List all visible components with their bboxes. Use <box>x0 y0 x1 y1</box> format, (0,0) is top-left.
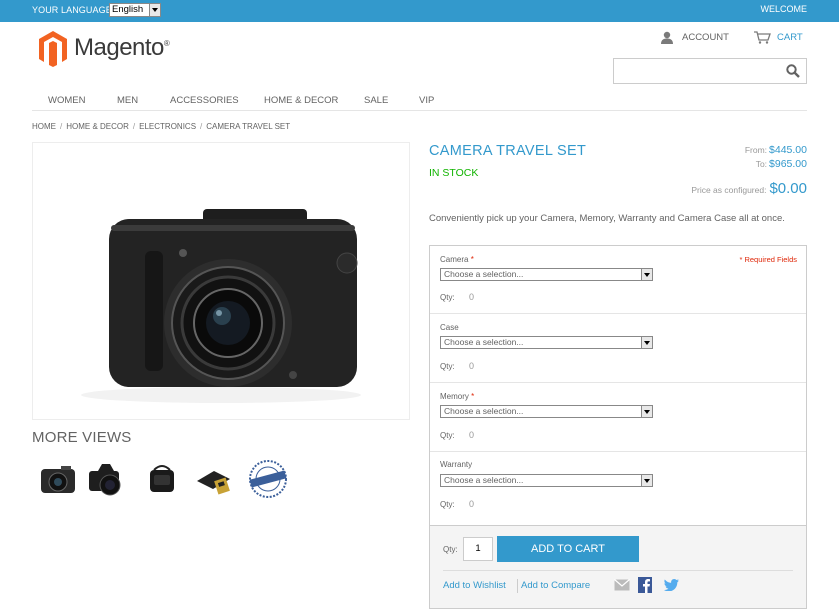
product-main-image[interactable] <box>32 142 410 420</box>
option-select-camera[interactable]: Choose a selection... <box>440 268 653 281</box>
nav-item-women[interactable]: WOMEN <box>48 95 85 106</box>
option-select-case[interactable]: Choose a selection... <box>440 336 653 349</box>
facebook-icon[interactable] <box>638 577 652 593</box>
cart-icon <box>754 31 771 44</box>
chevron-down-icon <box>641 269 652 280</box>
nav-item-accessories[interactable]: ACCESSORIES <box>170 95 239 106</box>
welcome-message: WELCOME <box>760 4 807 14</box>
product-title: CAMERA TRAVEL SET <box>429 143 587 159</box>
chevron-down-icon <box>641 475 652 486</box>
camera-bag-thumbnail-icon <box>150 465 174 492</box>
cart-link[interactable]: CART <box>753 31 803 44</box>
thumbnail[interactable] <box>192 457 236 501</box>
option-divider <box>430 451 806 452</box>
price-from-value: $445.00 <box>769 144 807 156</box>
price-to: To: $965.00 <box>756 158 807 170</box>
add-to-cart-box: Qty: 1 ADD TO CART Add to Wishlist Add t… <box>429 525 807 609</box>
nav-item-men[interactable]: MEN <box>117 95 138 106</box>
breadcrumb-separator: / <box>132 122 136 131</box>
chevron-down-icon <box>641 337 652 348</box>
required-fields-note: * Required Fields <box>739 255 797 264</box>
breadcrumb: HOME / HOME & DECOR / ELECTRONICS / CAMERA TRA… <box>32 122 290 131</box>
logo-text: Magento® <box>74 34 170 61</box>
magento-logo-icon <box>39 31 67 67</box>
add-to-cart-button[interactable]: ADD TO CART <box>497 536 639 562</box>
camera-thumbnail-icon <box>41 466 75 493</box>
search-input[interactable] <box>613 58 807 84</box>
more-views-heading: MORE VIEWS <box>32 429 132 446</box>
option-qty-label: Qty: <box>440 293 455 302</box>
availability-status: IN STOCK <box>429 167 479 179</box>
price-config-value: $0.00 <box>769 180 807 197</box>
price-from-label: From: <box>744 145 768 155</box>
option-divider <box>430 313 806 314</box>
email-icon[interactable] <box>614 579 630 591</box>
thumbnail[interactable] <box>246 457 290 501</box>
language-select-value: English <box>112 4 144 15</box>
divider <box>443 570 793 571</box>
price-to-label: To: <box>755 159 768 169</box>
add-to-wishlist-link[interactable]: Add to Wishlist <box>443 580 506 591</box>
account-link[interactable]: ACCOUNT <box>660 31 729 44</box>
language-select[interactable]: English <box>109 3 161 17</box>
warranty-seal-thumbnail-icon <box>249 460 287 498</box>
price-from: From: $445.00 <box>745 144 807 156</box>
option-select-memory[interactable]: Choose a selection... <box>440 405 653 418</box>
breadcrumb-separator: / <box>60 122 63 131</box>
camera-image <box>81 209 361 403</box>
thumbnail[interactable] <box>140 457 184 501</box>
chevron-down-icon <box>149 4 160 16</box>
option-select-warranty[interactable]: Choose a selection... <box>440 474 653 487</box>
select-value: Choose a selection... <box>444 337 524 347</box>
option-qty-memory[interactable]: 0 <box>469 430 474 440</box>
account-label: ACCOUNT <box>682 32 729 43</box>
twitter-icon[interactable] <box>664 579 679 591</box>
thumbnail[interactable] <box>36 457 80 501</box>
add-to-compare-link[interactable]: Add to Compare <box>521 580 590 591</box>
search-icon[interactable] <box>786 64 800 78</box>
logo[interactable]: Magento® <box>38 30 170 68</box>
option-label-memory: Memory * <box>440 392 475 401</box>
cart-label: CART <box>777 32 803 43</box>
select-value: Choose a selection... <box>444 406 524 416</box>
top-bar: YOUR LANGUAGE English WELCOME <box>0 0 839 22</box>
option-qty-warranty[interactable]: 0 <box>469 499 474 509</box>
option-qty-camera[interactable]: 0 <box>469 292 474 302</box>
option-label-camera: Camera * <box>440 255 474 264</box>
bundle-options: * Required Fields Camera * Choose a sele… <box>429 245 807 525</box>
breadcrumb-home[interactable]: HOME <box>32 122 56 131</box>
option-divider <box>430 382 806 383</box>
breadcrumb-electronics[interactable]: ELECTRONICS <box>139 122 196 131</box>
thumbnail[interactable] <box>84 457 128 501</box>
option-qty-label: Qty: <box>440 362 455 371</box>
nav-item-vip[interactable]: VIP <box>419 95 434 106</box>
nav-item-sale[interactable]: SALE <box>364 95 388 106</box>
breadcrumb-current: CAMERA TRAVEL SET <box>206 122 291 131</box>
option-qty-case[interactable]: 0 <box>469 361 474 371</box>
language-label: YOUR LANGUAGE <box>32 5 112 15</box>
price-configured: Price as configured: $0.00 <box>691 180 807 197</box>
nav-item-home-decor[interactable]: HOME & DECOR <box>264 95 338 106</box>
qty-input[interactable]: 1 <box>463 537 493 561</box>
option-label-case: Case <box>440 323 459 332</box>
price-to-value: $965.00 <box>769 158 807 170</box>
select-value: Choose a selection... <box>444 475 524 485</box>
account-icon <box>661 31 673 44</box>
breadcrumb-home-decor[interactable]: HOME & DECOR <box>66 122 129 131</box>
dslr-thumbnail-icon <box>89 464 121 496</box>
short-description: Conveniently pick up your Camera, Memory… <box>429 213 785 224</box>
breadcrumb-separator: / <box>200 122 203 131</box>
option-qty-label: Qty: <box>440 500 455 509</box>
link-divider <box>517 579 518 593</box>
qty-label: Qty: <box>443 545 458 554</box>
price-config-label: Price as configured: <box>691 185 767 195</box>
memory-card-thumbnail-icon <box>197 471 230 495</box>
main-nav: WOMEN MEN ACCESSORIES HOME & DECOR SALE … <box>32 92 807 111</box>
option-label-warranty: Warranty <box>440 460 473 469</box>
chevron-down-icon <box>641 406 652 417</box>
select-value: Choose a selection... <box>444 269 524 279</box>
option-qty-label: Qty: <box>440 431 455 440</box>
